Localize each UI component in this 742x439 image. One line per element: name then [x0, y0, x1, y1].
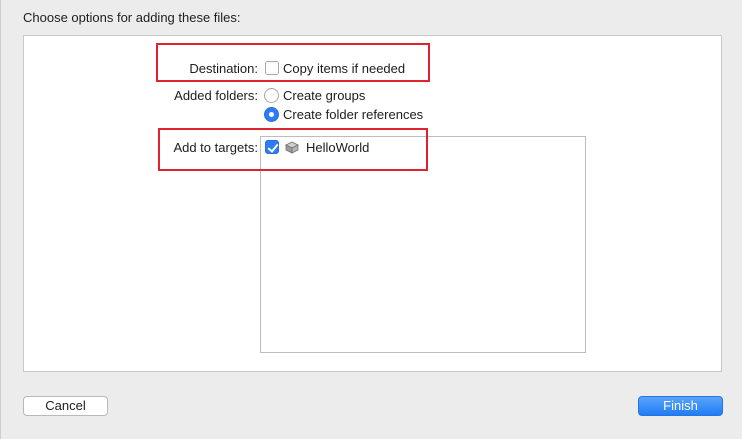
- add-files-dialog: Choose options for adding these files: D…: [0, 0, 742, 439]
- app-target-icon: [284, 140, 300, 154]
- destination-label: Destination:: [189, 61, 258, 76]
- copy-items-checkbox[interactable]: [265, 61, 279, 75]
- target-name[interactable]: HelloWorld: [306, 140, 369, 155]
- dialog-heading: Choose options for adding these files:: [23, 10, 241, 25]
- cancel-button[interactable]: Cancel: [23, 396, 108, 416]
- create-folder-references-radio[interactable]: [264, 107, 279, 122]
- targets-list[interactable]: [260, 136, 586, 353]
- create-groups-radio[interactable]: [264, 88, 279, 103]
- create-folder-references-label[interactable]: Create folder references: [283, 107, 423, 122]
- target-checkbox[interactable]: [265, 140, 279, 154]
- copy-items-label[interactable]: Copy items if needed: [283, 61, 405, 76]
- create-groups-label[interactable]: Create groups: [283, 88, 365, 103]
- add-to-targets-label: Add to targets:: [173, 140, 258, 155]
- finish-button[interactable]: Finish: [638, 396, 723, 416]
- added-folders-label: Added folders:: [174, 88, 258, 103]
